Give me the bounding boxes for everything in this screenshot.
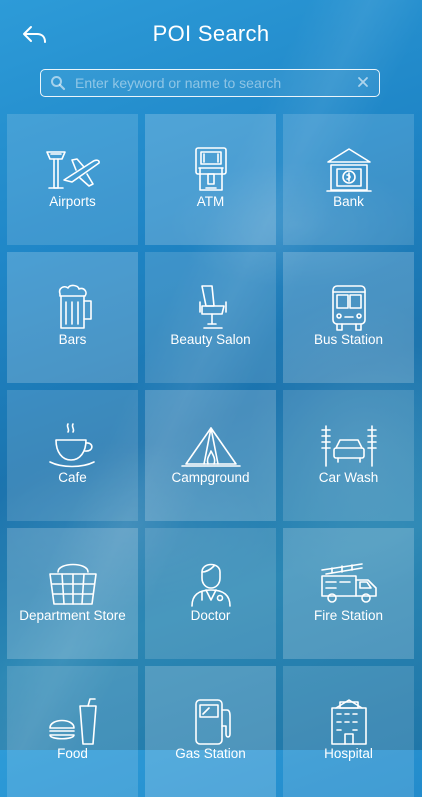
fast-food-icon <box>49 698 97 745</box>
salon-chair-icon <box>199 285 227 329</box>
tile-label: Bank <box>333 194 364 209</box>
tile-label: Hospital <box>324 746 373 761</box>
tile-department-store[interactable]: Department Store <box>7 528 138 659</box>
hospital-icon <box>331 699 367 745</box>
bank-icon <box>326 148 372 192</box>
tile-beauty-salon[interactable]: Beauty Salon <box>145 252 276 383</box>
bus-icon <box>332 285 366 331</box>
tile-label: Doctor <box>190 608 231 623</box>
doctor-icon <box>191 563 231 607</box>
header-bar: POI Search <box>0 0 422 66</box>
search-bar <box>40 69 380 97</box>
atm-icon <box>195 147 227 191</box>
fuel-pump-icon <box>195 699 231 745</box>
tile-hospital[interactable]: Hospital <box>283 666 414 797</box>
tile-label: ATM <box>196 194 225 209</box>
airport-icon <box>46 151 100 189</box>
tile-atm[interactable]: ATM <box>145 114 276 245</box>
search-input[interactable] <box>75 70 345 95</box>
tile-label: Department Store <box>19 608 126 623</box>
tile-label: Food <box>57 746 88 761</box>
tile-doctor[interactable]: Doctor <box>145 528 276 659</box>
tile-campground[interactable]: Campground <box>145 390 276 521</box>
basket-icon <box>49 563 97 605</box>
tile-label: Fire Station <box>313 608 384 623</box>
tile-label: Gas Station <box>175 746 246 761</box>
tile-food[interactable]: Food <box>7 666 138 797</box>
tile-bank[interactable]: Bank <box>283 114 414 245</box>
tent-icon <box>181 427 241 467</box>
page-title: POI Search <box>152 21 270 46</box>
tile-label: Airports <box>49 194 96 209</box>
tile-airports[interactable]: Airports <box>7 114 138 245</box>
search-icon <box>51 76 66 91</box>
fire-truck-icon <box>321 563 377 603</box>
tile-car-wash[interactable]: Car Wash <box>283 390 414 521</box>
tile-bars[interactable]: Bars <box>7 252 138 383</box>
tile-gas-station[interactable]: Gas Station <box>145 666 276 797</box>
tile-label: Beauty Salon <box>170 332 251 347</box>
clear-icon[interactable] <box>355 74 371 90</box>
car-wash-icon <box>321 425 377 467</box>
tile-label: Bars <box>58 332 87 347</box>
tile-fire-station[interactable]: Fire Station <box>283 528 414 659</box>
tile-label: Bus Station <box>313 332 384 347</box>
tile-label: Car Wash <box>318 470 379 485</box>
beer-icon <box>58 284 92 329</box>
tile-cafe[interactable]: Cafe <box>7 390 138 521</box>
tile-label: Campground <box>171 470 250 485</box>
coffee-cup-icon <box>49 423 95 468</box>
tile-bus-station[interactable]: Bus Station <box>283 252 414 383</box>
tile-label: Cafe <box>58 470 87 485</box>
